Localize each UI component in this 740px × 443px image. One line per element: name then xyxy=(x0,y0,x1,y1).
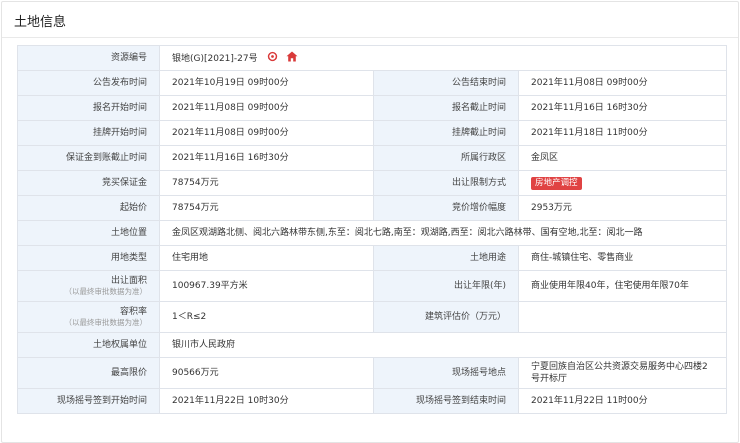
area-label-cell: 出让面积 （以最终审批数据为准） xyxy=(17,270,160,302)
district-value: 金凤区 xyxy=(517,145,728,171)
lottery-signin-start-label: 现场摇号签到开始时间 xyxy=(17,388,160,414)
bid-increment-label: 竞价增价幅度 xyxy=(373,195,519,221)
area-value: 100967.39平方米 xyxy=(159,270,374,302)
restriction-badge: 房地产调控 xyxy=(531,176,582,190)
row-listing: 挂牌开始时间 2021年11月08日 09时00分 挂牌截止时间 2021年11… xyxy=(17,120,728,146)
row-resource-code: 资源编号 银地(G)[2021]-27号 xyxy=(17,45,728,71)
term-value: 商业使用年限40年，住宅使用年限70年 xyxy=(517,270,728,302)
row-location: 土地位置 金凤区观湖路北侧、阅北六路林带东侧,东至：阅北七路,南至：观湖路,西至… xyxy=(17,220,728,246)
resource-code-label: 资源编号 xyxy=(17,45,160,71)
land-type-value: 住宅用地 xyxy=(159,245,374,271)
panel-title: 土地信息 xyxy=(14,15,67,30)
deposit-value: 78754万元 xyxy=(159,170,374,196)
lottery-signin-end-value: 2021年11月22日 11时00分 xyxy=(517,388,728,414)
announce-start-value: 2021年10月19日 09时00分 xyxy=(159,70,374,96)
listing-start-label: 挂牌开始时间 xyxy=(17,120,160,146)
row-price: 起始价 78754万元 竞价增价幅度 2953万元 xyxy=(17,195,728,221)
row-ownership: 土地权属单位 银川市人民政府 xyxy=(17,332,728,358)
land-use-label: 土地用途 xyxy=(373,245,519,271)
term-label: 出让年限(年) xyxy=(373,270,519,302)
signup-end-value: 2021年11月16日 16时30分 xyxy=(517,95,728,121)
transfer-restriction-cell: 房地产调控 xyxy=(517,170,728,196)
building-valuation-value xyxy=(517,301,728,333)
area-note: （以最终审批数据为准） xyxy=(64,287,148,296)
plot-ratio-label-cell: 容积率 （以最终审批数据为准） xyxy=(17,301,160,333)
lottery-location-label: 现场摇号地点 xyxy=(373,357,519,389)
lottery-location-value: 宁夏回族自治区公共资源交易服务中心四楼2号开标厅 xyxy=(517,357,728,389)
deposit-deadline-label: 保证金到账截止时间 xyxy=(17,145,160,171)
district-label: 所属行政区 xyxy=(373,145,519,171)
plot-ratio-value: 1＜R≤2 xyxy=(159,301,374,333)
resource-code-cell: 银地(G)[2021]-27号 xyxy=(158,45,728,71)
area-label: 出让面积 xyxy=(110,276,147,286)
land-info-panel: 土地信息 资源编号 银地(G)[2021]-27号 公告发布时间 2021年10… xyxy=(1,1,739,443)
land-info-table: 资源编号 银地(G)[2021]-27号 公告发布时间 2021年10月19日 … xyxy=(17,45,728,414)
bid-increment-value: 2953万元 xyxy=(517,195,728,221)
gear-icon[interactable] xyxy=(267,51,278,66)
row-deposit-deadline: 保证金到账截止时间 2021年11月16日 16时30分 所属行政区 金凤区 xyxy=(17,145,728,171)
plot-ratio-note: （以最终审批数据为准） xyxy=(64,318,148,327)
location-value: 金凤区观湖路北侧、阅北六路林带东侧,东至：阅北七路,南至：观湖路,西至：阅北六路… xyxy=(158,220,728,246)
row-max-price: 最高限价 90566万元 现场摇号地点 宁夏回族自治区公共资源交易服务中心四楼2… xyxy=(17,357,728,389)
transfer-restriction-label: 出让限制方式 xyxy=(373,170,519,196)
max-price-label: 最高限价 xyxy=(17,357,160,389)
max-price-value: 90566万元 xyxy=(159,357,374,389)
lottery-signin-start-value: 2021年11月22日 10时30分 xyxy=(159,388,374,414)
announce-end-label: 公告结束时间 xyxy=(373,70,519,96)
land-type-label: 用地类型 xyxy=(17,245,160,271)
lottery-signin-end-label: 现场摇号签到结束时间 xyxy=(373,388,519,414)
plot-ratio-label: 容积率 xyxy=(119,307,147,317)
resource-code-value: 银地(G)[2021]-27号 xyxy=(172,53,258,64)
row-land-type: 用地类型 住宅用地 土地用途 商住-城镇住宅、零售商业 xyxy=(17,245,728,271)
listing-start-value: 2021年11月08日 09时00分 xyxy=(159,120,374,146)
row-deposit: 竞买保证金 78754万元 出让限制方式 房地产调控 xyxy=(17,170,728,196)
ownership-unit-value: 银川市人民政府 xyxy=(158,332,728,358)
deposit-label: 竞买保证金 xyxy=(17,170,160,196)
panel-divider xyxy=(2,37,738,38)
starting-price-label: 起始价 xyxy=(17,195,160,221)
home-icon[interactable] xyxy=(286,51,298,66)
listing-end-label: 挂牌截止时间 xyxy=(373,120,519,146)
row-lottery-signin: 现场摇号签到开始时间 2021年11月22日 10时30分 现场摇号签到结束时间… xyxy=(17,388,728,414)
signup-end-label: 报名截止时间 xyxy=(373,95,519,121)
building-valuation-label: 建筑评估价（万元） xyxy=(373,301,519,333)
announce-end-value: 2021年11月08日 09时00分 xyxy=(517,70,728,96)
row-signup: 报名开始时间 2021年11月08日 09时00分 报名截止时间 2021年11… xyxy=(17,95,728,121)
deposit-deadline-value: 2021年11月16日 16时30分 xyxy=(159,145,374,171)
ownership-unit-label: 土地权属单位 xyxy=(17,332,160,358)
signup-start-value: 2021年11月08日 09时00分 xyxy=(159,95,374,121)
row-area: 出让面积 （以最终审批数据为准） 100967.39平方米 出让年限(年) 商业… xyxy=(17,270,728,302)
row-plot-ratio: 容积率 （以最终审批数据为准） 1＜R≤2 建筑评估价（万元） xyxy=(17,301,728,333)
row-announce: 公告发布时间 2021年10月19日 09时00分 公告结束时间 2021年11… xyxy=(17,70,728,96)
location-label: 土地位置 xyxy=(17,220,160,246)
announce-start-label: 公告发布时间 xyxy=(17,70,160,96)
signup-start-label: 报名开始时间 xyxy=(17,95,160,121)
starting-price-value: 78754万元 xyxy=(159,195,374,221)
listing-end-value: 2021年11月18日 11时00分 xyxy=(517,120,728,146)
land-use-value: 商住-城镇住宅、零售商业 xyxy=(517,245,728,271)
